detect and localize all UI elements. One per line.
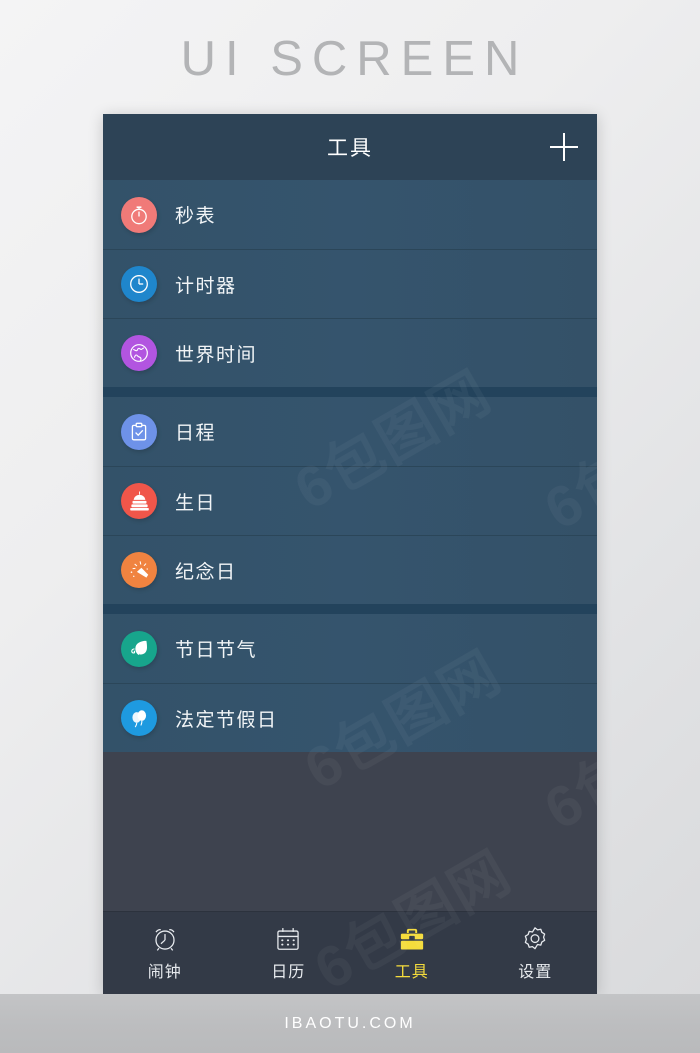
- alarm-clock-icon: [150, 924, 180, 954]
- tools-list: 秒表 计时器 世界时间 日程 生日 纪念日 节日节气 法定节假日: [103, 180, 597, 752]
- balloons-icon: [121, 700, 157, 736]
- leaf-icon: [121, 630, 157, 667]
- tab-calendar[interactable]: 日历: [227, 912, 351, 994]
- gear-icon: [520, 924, 550, 954]
- list-item-label: 法定节假日: [175, 709, 278, 731]
- plus-vertical-stroke: [563, 133, 565, 161]
- bottom-tab-bar: 闹钟 日历 工具 设置: [103, 911, 597, 994]
- list-item-label: 计时器: [175, 275, 237, 297]
- list-item-timer[interactable]: 计时器: [103, 249, 597, 318]
- toolbox-icon: [397, 924, 427, 954]
- birthday-cake-icon: [121, 483, 157, 519]
- list-item-label: 节日节气: [175, 640, 258, 661]
- list-item-schedule[interactable]: 日程: [103, 397, 597, 466]
- clipboard-check-icon: [121, 413, 157, 450]
- tab-label: 闹钟: [147, 964, 182, 981]
- list-item-world-time[interactable]: 世界时间: [103, 318, 597, 387]
- party-popper-icon: [121, 552, 157, 588]
- phone-frame: 工具 秒表 计时器 世界时间 日程 生日 纪念日 节日节气 法定节假日 闹钟 日…: [103, 114, 597, 994]
- list-item-label: 秒表: [175, 206, 217, 227]
- tab-tools[interactable]: 工具: [350, 912, 474, 994]
- tab-label: 日历: [271, 964, 306, 981]
- tools-group-3: 节日节气 法定节假日: [103, 604, 597, 752]
- list-item-public-holidays[interactable]: 法定节假日: [103, 683, 597, 752]
- tab-label: 工具: [394, 964, 429, 981]
- empty-area: [103, 752, 597, 911]
- page-title: UI SCREEN: [180, 32, 529, 86]
- list-item-label: 生日: [175, 492, 217, 514]
- list-item-anniversary[interactable]: 纪念日: [103, 535, 597, 604]
- add-icon[interactable]: [547, 130, 581, 164]
- list-item-festivals[interactable]: 节日节气: [103, 614, 597, 683]
- tab-label: 设置: [518, 964, 553, 981]
- list-item-label: 纪念日: [175, 561, 237, 583]
- clock-icon: [121, 266, 157, 302]
- tools-group-2: 日程 生日 纪念日: [103, 387, 597, 604]
- list-item-stopwatch[interactable]: 秒表: [103, 180, 597, 249]
- tools-group-1: 秒表 计时器 世界时间: [103, 180, 597, 387]
- footer-text: IBAOTU.COM: [284, 1014, 416, 1032]
- list-item-label: 日程: [175, 423, 217, 444]
- stopwatch-icon: [121, 196, 157, 233]
- tab-settings[interactable]: 设置: [474, 912, 598, 994]
- list-item-birthday[interactable]: 生日: [103, 466, 597, 535]
- calendar-icon: [273, 924, 303, 954]
- app-header-title: 工具: [327, 137, 373, 160]
- globe-icon: [121, 335, 157, 371]
- tab-alarm[interactable]: 闹钟: [103, 912, 227, 994]
- footer-bar: IBAOTU.COM: [0, 994, 700, 1053]
- list-item-label: 世界时间: [175, 344, 258, 366]
- app-header: 工具: [103, 114, 597, 180]
